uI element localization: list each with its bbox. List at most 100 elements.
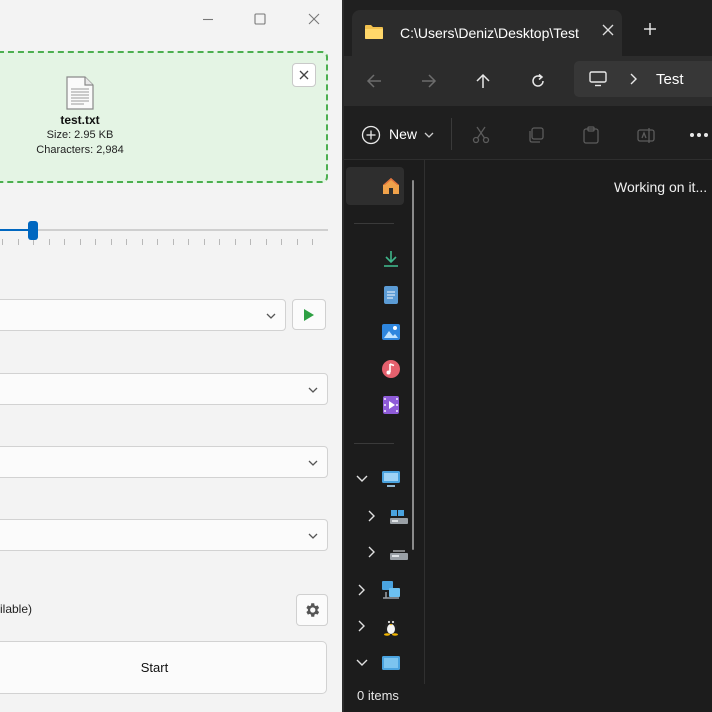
chevron-down-icon (308, 533, 318, 539)
plus-icon[interactable] (643, 22, 657, 36)
nav-divider (354, 443, 394, 444)
maximize-button[interactable] (238, 6, 282, 32)
copy-button[interactable] (525, 124, 547, 146)
slider-tick (312, 239, 313, 245)
slider-tick (141, 239, 143, 245)
minimize-icon (203, 18, 213, 21)
cut-button[interactable] (470, 124, 492, 146)
speed-slider-thumb[interactable] (27, 221, 38, 240)
loading-message: Working on it... (614, 179, 708, 195)
chevron-right-icon[interactable] (356, 584, 368, 596)
navigation-bar: Test (344, 56, 712, 106)
item-count: 0 items (357, 688, 399, 703)
slider-tick (203, 239, 205, 245)
availability-status: ilable) (0, 602, 33, 616)
chevron-down-icon[interactable] (424, 131, 434, 139)
chevron-down-icon (266, 313, 276, 319)
videos-icon[interactable] (381, 395, 401, 415)
remove-file-button[interactable] (292, 63, 316, 87)
navigation-pane (344, 160, 424, 686)
slider-tick (95, 239, 96, 245)
minimize-button[interactable] (186, 6, 230, 32)
new-icon (361, 125, 381, 145)
slider-tick (219, 239, 220, 245)
tab-title: C:\Users\Deniz\Desktop\Test (400, 25, 579, 41)
folder-icon (365, 25, 383, 39)
nav-item-home[interactable] (346, 167, 404, 205)
cut-icon (472, 126, 490, 144)
option-select-2[interactable] (0, 446, 328, 478)
up-button[interactable] (470, 68, 496, 94)
slider-tick (2, 239, 3, 245)
slider-tick (281, 239, 282, 245)
tab-bar: C:\Users\Deniz\Desktop\Test (344, 0, 712, 58)
voice-select[interactable] (0, 299, 286, 331)
more-options-button[interactable] (688, 124, 710, 146)
up-arrow-icon (476, 73, 490, 88)
slider-tick (234, 239, 236, 245)
linux-icon[interactable] (381, 616, 401, 636)
file-icon (66, 76, 94, 110)
start-button[interactable]: Start (0, 641, 327, 694)
refresh-button[interactable] (525, 68, 551, 94)
chevron-down-icon[interactable] (356, 657, 368, 669)
more-icon (690, 133, 708, 137)
chevron-right-icon[interactable] (356, 620, 368, 632)
slider-tick (110, 239, 112, 245)
chevron-down-icon[interactable] (356, 473, 368, 485)
explorer-tab[interactable]: C:\Users\Deniz\Desktop\Test (352, 10, 622, 56)
forward-button[interactable] (416, 68, 442, 94)
command-bar: New (344, 106, 712, 160)
address-segment[interactable]: Test (656, 71, 684, 88)
preview-voice-button[interactable] (292, 299, 326, 330)
slider-tick (188, 239, 189, 245)
chevron-down-icon (308, 387, 318, 393)
option-select-1[interactable] (0, 373, 328, 405)
this-pc-icon[interactable] (381, 469, 401, 489)
network-icon[interactable] (381, 580, 401, 600)
rename-button[interactable] (635, 124, 657, 146)
back-button[interactable] (361, 68, 387, 94)
new-button[interactable] (360, 124, 382, 146)
drive-icon[interactable] (389, 506, 409, 526)
pane-divider (424, 160, 425, 686)
drive-icon[interactable] (389, 542, 409, 562)
option-select-3[interactable] (0, 519, 328, 551)
new-button-label[interactable]: New (389, 126, 417, 142)
slider-tick (250, 239, 251, 245)
pictures-icon[interactable] (381, 322, 401, 342)
close-icon (299, 70, 309, 80)
chevron-down-icon (308, 460, 318, 466)
chevron-right-icon (630, 73, 637, 85)
settings-button[interactable] (296, 594, 328, 626)
slider-tick (17, 239, 19, 245)
file-explorer-window: C:\Users\Deniz\Desktop\Test Test New Wor… (344, 0, 712, 712)
file-name: test.txt (60, 113, 100, 127)
documents-icon[interactable] (381, 285, 401, 305)
slider-tick (48, 239, 50, 245)
address-bar[interactable]: Test (574, 61, 712, 97)
speed-slider-track[interactable] (0, 229, 328, 231)
music-icon[interactable] (381, 359, 401, 379)
file-character-count: Characters: 2,984 (36, 144, 124, 156)
back-arrow-icon (366, 74, 381, 88)
navigation-scrollbar[interactable] (412, 180, 414, 550)
refresh-icon (532, 73, 544, 87)
this-pc-icon[interactable] (381, 653, 401, 673)
downloads-icon[interactable] (381, 249, 401, 269)
slider-tick (79, 239, 81, 245)
chevron-right-icon[interactable] (366, 546, 378, 558)
chevron-right-icon[interactable] (366, 510, 378, 522)
slider-tick (126, 239, 127, 245)
home-icon (383, 178, 399, 194)
close-window-button[interactable] (292, 6, 336, 32)
text-to-speech-app-window: test.txt Size: 2.95 KB Characters: 2,984… (0, 0, 342, 712)
play-icon (304, 308, 314, 321)
close-icon[interactable] (602, 24, 614, 36)
rename-icon (637, 128, 655, 143)
slider-tick (265, 239, 267, 245)
paste-button[interactable] (580, 124, 602, 146)
slider-tick (296, 239, 298, 245)
maximize-icon (254, 13, 266, 25)
file-size: Size: 2.95 KB (46, 129, 114, 141)
